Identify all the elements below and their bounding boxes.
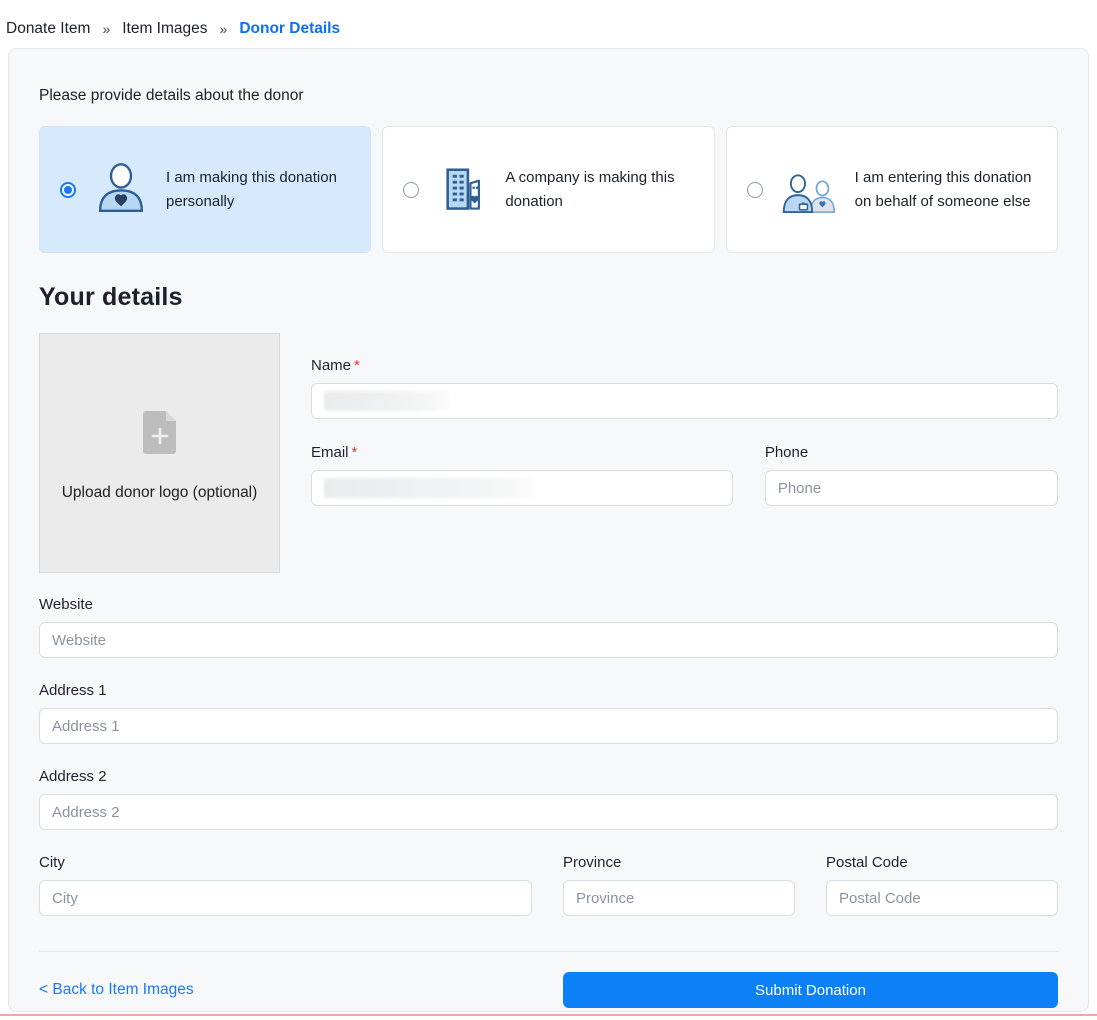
redacted-name-value [324,391,449,411]
file-plus-icon [132,405,188,466]
name-email-phone-column: Name * Email * Phone [311,333,1058,573]
phone-label: Phone [764,444,809,461]
option-personal-donation[interactable]: I am making this donation personally [39,126,372,253]
website-label: Website [39,596,93,613]
breadcrumb-item-images[interactable]: Item Images [122,20,207,38]
breadcrumb-separator: » [219,20,228,37]
breadcrumb-separator: » [102,20,111,37]
address1-label: Address 1 [39,682,107,699]
radio-behalf[interactable] [746,181,763,198]
details-top-row: Upload donor logo (optional) Name * Email… [39,333,1058,573]
footer-actions: < Back to Item Images Submit Donation [39,972,1058,1008]
city-text-input[interactable] [52,889,519,907]
option-personal-label: I am making this donation personally [166,169,337,210]
company-building-heart-icon [435,163,489,217]
name-input[interactable] [311,383,1058,419]
breadcrumb-donor-details: Donor Details [239,19,341,37]
redacted-email-value [324,478,536,498]
required-asterisk: * [354,357,360,374]
phone-input[interactable] [764,470,1058,506]
upload-donor-logo-dropzone[interactable]: Upload donor logo (optional) [39,333,280,573]
donor-details-panel: Please provide details about the donor I… [8,48,1089,1012]
website-input[interactable] [39,622,1058,658]
breadcrumb: Donate Item » Item Images » Donor Detail… [0,0,1097,44]
option-behalf-label: I am entering this donation on behalf of… [854,169,1032,210]
option-company-donation[interactable]: A company is making this donation [382,126,715,253]
postal-code-label: Postal Code [825,854,908,871]
phone-text-input[interactable] [777,479,1045,497]
address2-label: Address 2 [39,768,107,785]
option-company-label: A company is making this donation [505,169,675,210]
postal-code-text-input[interactable] [838,889,1045,907]
province-label: Province [562,854,622,871]
bottom-accent-line [0,1014,1097,1016]
footer-divider [39,951,1058,952]
radio-personal-selected[interactable] [60,181,76,198]
email-input[interactable] [311,470,733,506]
city-label: City [39,854,65,871]
breadcrumb-donate-item[interactable]: Donate Item [6,20,90,38]
radio-company[interactable] [403,181,420,198]
email-label: Email * [311,444,358,461]
province-text-input[interactable] [575,889,782,907]
page-title: Your details [39,283,183,311]
address1-input[interactable] [39,708,1058,744]
two-people-icon [779,166,839,214]
submit-donation-button[interactable]: Submit Donation [563,972,1058,1008]
back-to-item-images-link[interactable]: < Back to Item Images [39,981,194,999]
city-province-postal-row: City Province Postal Code [39,854,1058,916]
person-heart-icon [92,161,150,219]
required-asterisk: * [351,444,358,461]
upload-donor-logo-label: Upload donor logo (optional) [61,483,258,501]
website-text-input[interactable] [52,631,1045,649]
intro-text: Please provide details about the donor [39,87,304,104]
option-behalf-donation[interactable]: I am entering this donation on behalf of… [725,126,1058,253]
province-input[interactable] [562,880,795,916]
address2-input[interactable] [39,794,1058,830]
address1-text-input[interactable] [52,717,1045,735]
name-label: Name * [311,357,360,374]
address2-text-input[interactable] [52,803,1045,821]
postal-code-input[interactable] [825,880,1058,916]
donor-type-options: I am making this donation personally A c… [39,126,1058,253]
city-input[interactable] [39,880,532,916]
